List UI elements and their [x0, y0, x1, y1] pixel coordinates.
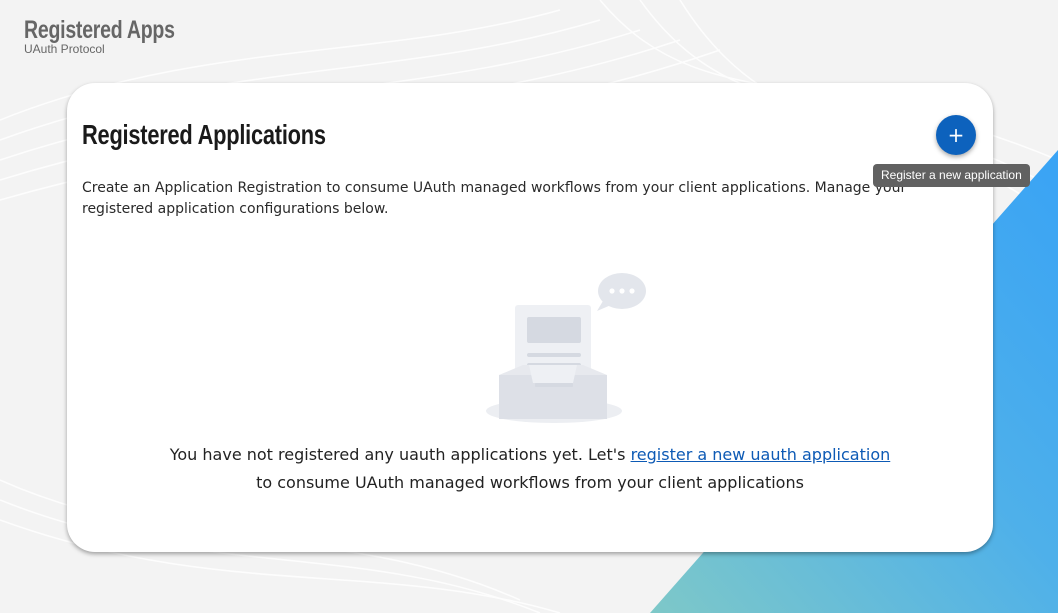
empty-state-message: You have not registered any uauth applic…	[67, 441, 993, 497]
registered-applications-card: Registered Applications + Create an Appl…	[67, 83, 993, 552]
register-new-uauth-application-link[interactable]: register a new uauth application	[631, 445, 891, 464]
empty-inbox-icon	[486, 273, 646, 423]
plus-icon: +	[947, 123, 965, 147]
empty-state-suffix: to consume UAuth managed workflows from …	[256, 473, 804, 492]
register-new-application-button[interactable]: +	[936, 115, 976, 155]
page-header: Registered Apps UAuth Protocol	[24, 14, 217, 55]
card-title: Registered Applications	[82, 119, 326, 150]
register-application-tooltip: Register a new application	[873, 164, 1030, 187]
empty-state-prefix: You have not registered any uauth applic…	[169, 445, 631, 464]
card-description: Create an Application Registration to co…	[82, 180, 907, 217]
page-title: Registered Apps	[24, 16, 175, 44]
